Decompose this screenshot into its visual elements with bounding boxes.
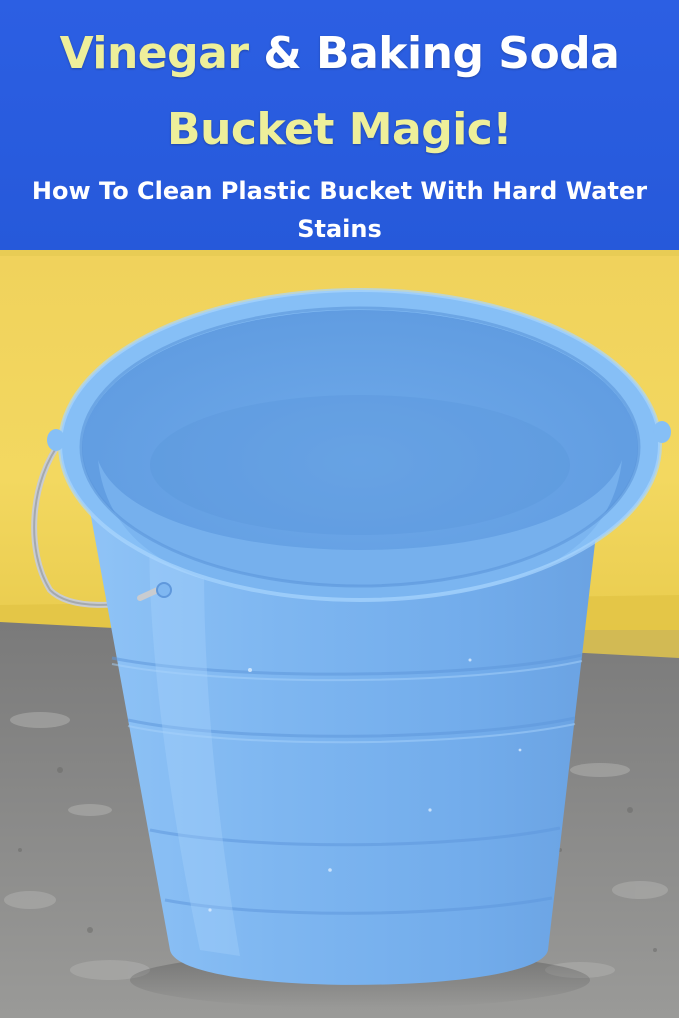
- title-banner: Vinegar & Baking Soda Bucket Magic! How …: [0, 0, 679, 250]
- title-line-2-text: Bucket Magic!: [167, 104, 512, 155]
- bucket-photo: [0, 250, 679, 1018]
- title-line-1: Vinegar & Baking Soda: [0, 28, 679, 80]
- pin-graphic: Vinegar & Baking Soda Bucket Magic! How …: [0, 0, 679, 1018]
- title-line-2: Bucket Magic!: [0, 104, 679, 156]
- title-line-1-accent: Vinegar: [59, 28, 249, 79]
- title-line-1-white: & Baking Soda: [263, 28, 620, 79]
- subtitle: How To Clean Plastic Bucket With Hard Wa…: [31, 177, 648, 243]
